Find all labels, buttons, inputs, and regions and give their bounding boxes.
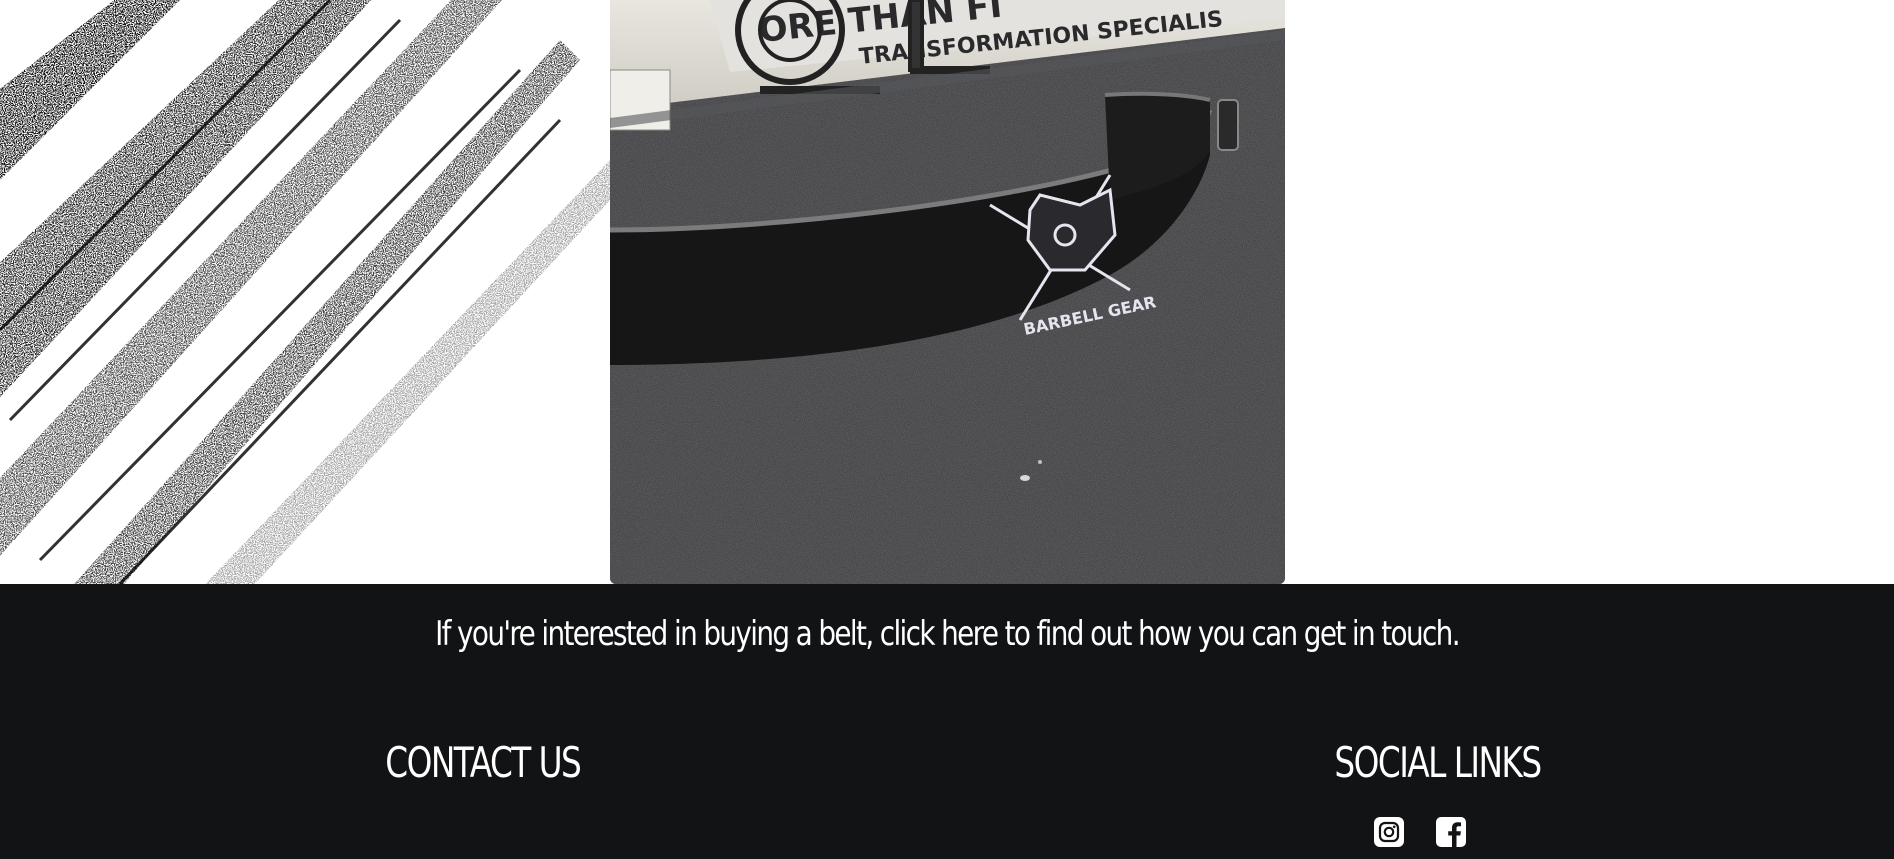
contact-us-heading: CONTACT US [385,738,582,787]
hero-section: ORE THAN FI TRANSFORMATION SPECIALIS BAR… [0,0,1894,584]
buy-belt-contact-link[interactable]: If you're interested in buying a belt, c… [170,614,1723,654]
lifting-belt-photo: ORE THAN FI TRANSFORMATION SPECIALIS BAR… [610,0,1285,584]
grunge-texture-graphic [0,0,610,584]
social-links-heading: SOCIAL LINKS [1334,738,1542,787]
facebook-icon[interactable] [1436,817,1466,847]
social-links-list [1374,817,1466,847]
instagram-icon[interactable] [1374,817,1404,847]
site-footer: If you're interested in buying a belt, c… [0,584,1894,859]
